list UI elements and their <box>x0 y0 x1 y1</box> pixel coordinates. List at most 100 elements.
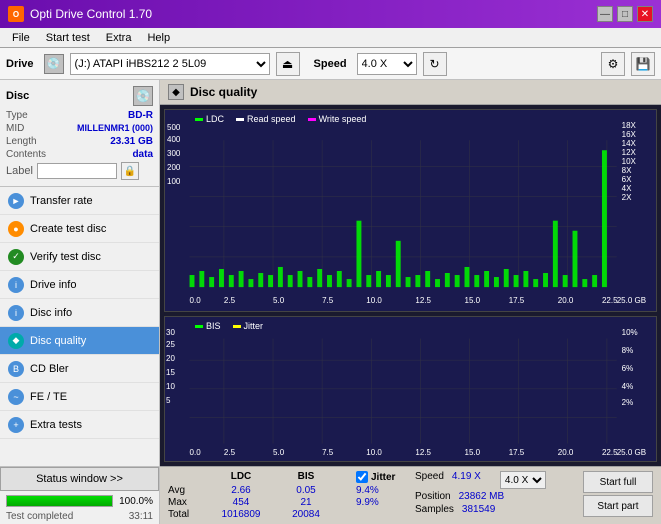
svg-text:15.0: 15.0 <box>465 448 481 457</box>
stats-total-row: Total 1016809 20084 <box>168 509 407 520</box>
sidebar-item-disc-info-label: Disc info <box>30 307 72 319</box>
svg-text:8X: 8X <box>622 166 632 175</box>
sidebar-item-create-test-disc[interactable]: ● Create test disc <box>0 215 159 243</box>
legend-write-speed: Write speed <box>308 114 367 124</box>
charts-container: LDC Read speed Write speed <box>160 105 661 466</box>
svg-text:10.0: 10.0 <box>366 448 382 457</box>
drive-select[interactable]: (J:) ATAPI iHBS212 2 5L09 <box>70 53 270 75</box>
maximize-button[interactable]: □ <box>617 6 633 22</box>
disc-label-label: Label <box>6 165 33 177</box>
svg-text:4X: 4X <box>622 184 632 193</box>
menu-file[interactable]: File <box>4 30 38 46</box>
drive-toolbar: Drive 💿 (J:) ATAPI iHBS212 2 5L09 ⏏ Spee… <box>0 48 661 80</box>
svg-text:16X: 16X <box>622 130 637 139</box>
svg-text:25.0 GB: 25.0 GB <box>617 296 646 305</box>
sidebar-item-fe-te[interactable]: ~ FE / TE <box>0 383 159 411</box>
start-part-button[interactable]: Start part <box>583 495 653 517</box>
read-speed-dot <box>236 118 244 121</box>
cd-bler-icon: B <box>8 361 24 377</box>
disc-length-value: 23.31 GB <box>110 136 153 147</box>
speed-target-select[interactable]: 4.0 X <box>500 471 546 489</box>
sidebar-item-transfer-rate[interactable]: ► Transfer rate <box>0 187 159 215</box>
speed-select[interactable]: 4.0 X <box>357 53 417 75</box>
sidebar-item-drive-info-label: Drive info <box>30 279 76 291</box>
menu-help[interactable]: Help <box>139 30 178 46</box>
start-full-button[interactable]: Start full <box>583 471 653 493</box>
fe-te-icon: ~ <box>8 389 24 405</box>
svg-text:7.5: 7.5 <box>322 448 334 457</box>
top-chart-svg: 500 400 300 200 100 0.0 2.5 5.0 7.5 10.0… <box>165 110 656 311</box>
svg-text:2X: 2X <box>622 193 632 202</box>
refresh-button[interactable]: ↻ <box>423 52 447 76</box>
svg-text:4%: 4% <box>622 382 634 391</box>
sidebar-menu: ► Transfer rate ● Create test disc ✓ Ver… <box>0 187 159 466</box>
menu-start-test[interactable]: Start test <box>38 30 98 46</box>
speed-label: Speed <box>314 58 347 70</box>
jitter-checkbox[interactable] <box>356 471 368 483</box>
stats-max-spacer <box>336 497 356 508</box>
stats-avg-label: Avg <box>168 485 206 496</box>
sidebar-item-disc-info[interactable]: i Disc info <box>0 299 159 327</box>
dq-icon: ◆ <box>168 84 184 100</box>
position-row: Position 23862 MB <box>415 491 575 502</box>
menu-extra[interactable]: Extra <box>98 30 140 46</box>
stats-header-spacer <box>336 471 356 483</box>
svg-text:100: 100 <box>167 177 181 186</box>
stats-total-ldc: 1016809 <box>206 509 276 520</box>
stats-header-jitter: Jitter <box>371 472 395 483</box>
svg-text:6X: 6X <box>622 175 632 184</box>
speed-position-section: Speed 4.19 X 4.0 X Position 23862 MB Sam… <box>415 471 575 515</box>
disc-label-input[interactable] <box>37 163 117 179</box>
settings-button[interactable]: ⚙ <box>601 52 625 76</box>
svg-text:22.5: 22.5 <box>602 448 618 457</box>
sidebar-item-extra-tests-label: Extra tests <box>30 419 82 431</box>
svg-text:400: 400 <box>167 135 181 144</box>
drive-info-icon: i <box>8 277 24 293</box>
disc-mid-value: MILLENMR1 (000) <box>77 123 153 134</box>
svg-text:6%: 6% <box>622 364 634 373</box>
status-bar: Status window >> 100.0% Test completed 3… <box>0 466 159 524</box>
disc-section: Disc 💿 Type BD-R MID MILLENMR1 (000) Len… <box>0 80 159 187</box>
stats-total-bis: 20084 <box>276 509 336 520</box>
disc-contents-value: data <box>132 149 153 160</box>
sidebar-item-drive-info[interactable]: i Drive info <box>0 271 159 299</box>
sidebar-item-fe-te-label: FE / TE <box>30 391 67 403</box>
sidebar-item-extra-tests[interactable]: + Extra tests <box>0 411 159 439</box>
samples-value: 381549 <box>462 504 495 515</box>
svg-text:0.0: 0.0 <box>190 448 202 457</box>
bottom-chart: BIS Jitter <box>164 316 657 462</box>
disc-label-button[interactable]: 🔒 <box>121 162 139 180</box>
disc-header-label: Disc <box>6 90 29 102</box>
sidebar-item-verify-test-disc[interactable]: ✓ Verify test disc <box>0 243 159 271</box>
svg-text:5.0: 5.0 <box>273 448 285 457</box>
top-chart: LDC Read speed Write speed <box>164 109 657 312</box>
svg-text:15: 15 <box>166 368 175 377</box>
disc-contents-label: Contents <box>6 149 46 160</box>
svg-text:14X: 14X <box>622 139 637 148</box>
sidebar-item-disc-quality[interactable]: ◆ Disc quality <box>0 327 159 355</box>
stats-header-empty <box>168 471 206 483</box>
svg-text:17.5: 17.5 <box>509 296 525 305</box>
stats-avg-spacer <box>336 485 356 496</box>
minimize-button[interactable]: — <box>597 6 613 22</box>
save-button[interactable]: 💾 <box>631 52 655 76</box>
eject-button[interactable]: ⏏ <box>276 52 300 76</box>
disc-mid-label: MID <box>6 123 24 134</box>
start-buttons: Start full Start part <box>583 471 653 517</box>
jitter-header: Jitter <box>356 471 395 483</box>
svg-text:12X: 12X <box>622 148 637 157</box>
sidebar-item-cd-bler[interactable]: B CD Bler <box>0 355 159 383</box>
svg-text:25: 25 <box>166 340 175 349</box>
samples-label: Samples <box>415 504 454 515</box>
stats-area: LDC BIS Jitter Avg 2.66 0.05 <box>160 466 661 524</box>
svg-text:7.5: 7.5 <box>322 296 334 305</box>
svg-text:30: 30 <box>166 328 175 337</box>
write-speed-dot <box>308 118 316 121</box>
disc-quality-icon: ◆ <box>8 333 24 349</box>
disc-contents-row: Contents data <box>6 149 153 160</box>
legend-read-speed: Read speed <box>236 114 296 124</box>
disc-length-label: Length <box>6 136 37 147</box>
svg-text:10X: 10X <box>622 157 637 166</box>
status-window-button[interactable]: Status window >> <box>0 467 159 491</box>
close-button[interactable]: ✕ <box>637 6 653 22</box>
